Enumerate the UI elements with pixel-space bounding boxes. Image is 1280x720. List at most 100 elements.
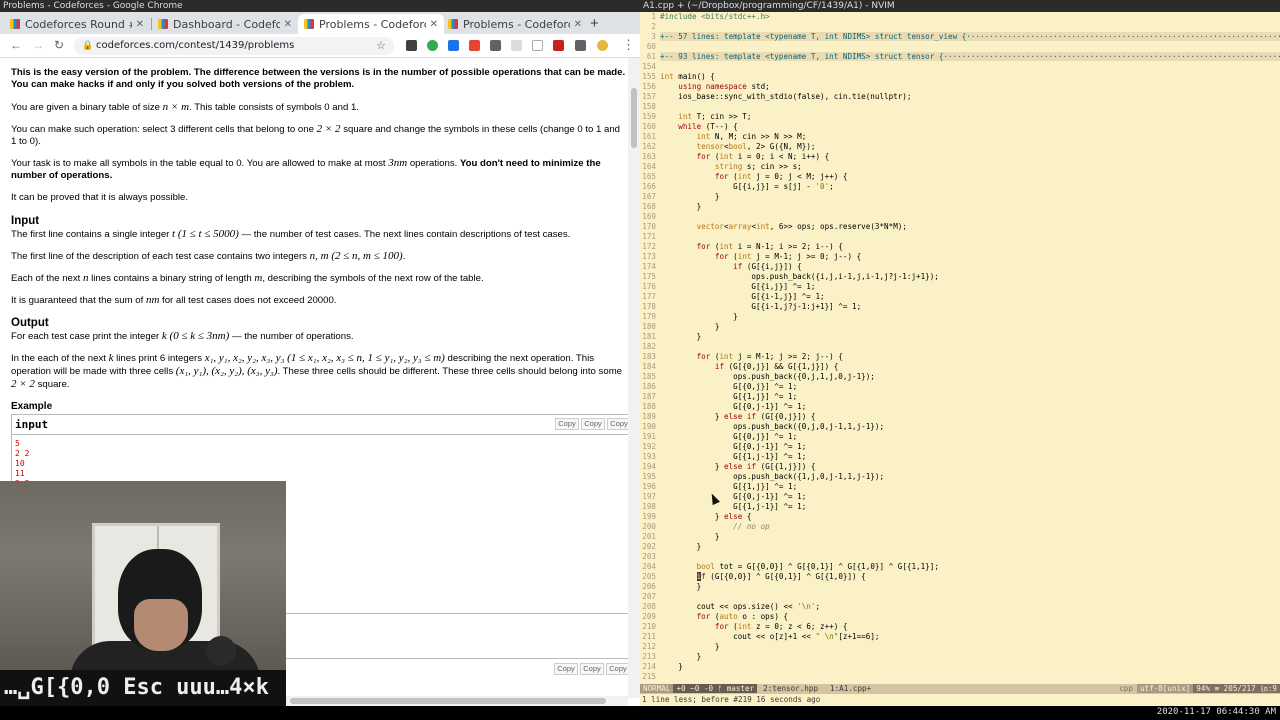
code-line[interactable]: 60 [640, 42, 1280, 52]
code-line[interactable]: 204 bool tot = G[{0,0}] ^ G[{0,1}] ^ G[{… [640, 562, 1280, 572]
code-line[interactable]: 176 G[{i,j}] ^= 1; [640, 282, 1280, 292]
code-line[interactable]: 215 [640, 672, 1280, 682]
code-line[interactable]: 194 } else if (G[{1,j}]) { [640, 462, 1280, 472]
code-line[interactable]: 186 G[{0,j}] ^= 1; [640, 382, 1280, 392]
code-line[interactable]: 208 cout << ops.size() << '\n'; [640, 602, 1280, 612]
code-line[interactable]: 188 G[{0,j-1}] ^= 1; [640, 402, 1280, 412]
code-line[interactable]: 205 if (G[{0,0}] ^ G[{0,1}] ^ G[{1,0}]) … [640, 572, 1280, 582]
copy-extension-icon[interactable] [490, 40, 501, 51]
copy-button[interactable]: Copy [606, 663, 628, 675]
code-line[interactable]: 196 G[{1,j}] ^= 1; [640, 482, 1280, 492]
code-line[interactable]: 209 for (auto o : ops) { [640, 612, 1280, 622]
youtube-extension-icon[interactable] [553, 40, 564, 51]
code-line[interactable]: 162 tensor<bool, 2> G({N, M}); [640, 142, 1280, 152]
code-line[interactable]: 212 } [640, 642, 1280, 652]
close-icon[interactable]: ✕ [136, 19, 144, 30]
code-line[interactable]: 213 } [640, 652, 1280, 662]
kebab-menu-icon[interactable]: ⋮ [622, 37, 635, 53]
close-icon[interactable]: ✕ [430, 19, 438, 30]
code-line[interactable]: 161 int N, M; cin >> N >> M; [640, 132, 1280, 142]
code-line[interactable]: 158 [640, 102, 1280, 112]
blue-extension-icon[interactable] [448, 40, 459, 51]
buffer-tab-active[interactable]: 1:A1.cpp+ [824, 684, 877, 693]
tab-problems-active[interactable]: Problems - Codeforce ✕ [298, 14, 444, 34]
tab-codeforces-round[interactable]: Codeforces Round #6 ✕ [4, 14, 150, 34]
code-line[interactable]: 198 G[{1,j-1}] ^= 1; [640, 502, 1280, 512]
code-line[interactable]: 159 int T; cin >> T; [640, 112, 1280, 122]
tab-dashboard[interactable]: Dashboard - Codeforc ✕ [152, 14, 298, 34]
scrollbar-thumb[interactable] [631, 88, 637, 148]
address-bar[interactable]: 🔒 codeforces.com/contest/1439/problems ☆ [74, 37, 394, 55]
code-line[interactable]: 183 for (int j = M-1; j >= 2; j--) { [640, 352, 1280, 362]
copy-button[interactable]: Copy [554, 663, 578, 675]
code-line[interactable]: 2 [640, 22, 1280, 32]
add-extension-icon[interactable] [427, 40, 438, 51]
code-line[interactable]: 163 for (int i = 0; i < N; i++) { [640, 152, 1280, 162]
code-line[interactable]: 169 [640, 212, 1280, 222]
code-line[interactable]: 190 ops.push_back({0,j,0,j-1,1,j-1}); [640, 422, 1280, 432]
code-line[interactable]: 179 } [640, 312, 1280, 322]
code-line[interactable]: 197 G[{0,j-1}] ^= 1; [640, 492, 1280, 502]
copy-button[interactable]: Copy [555, 418, 579, 430]
code-line[interactable]: 200 // no op [640, 522, 1280, 532]
code-line[interactable]: 193 G[{1,j-1}] ^= 1; [640, 452, 1280, 462]
code-line[interactable]: 187 G[{1,j}] ^= 1; [640, 392, 1280, 402]
shield-extension-icon[interactable] [406, 40, 417, 51]
code-line[interactable]: 175 ops.push_back({i,j,i-1,j,i-1,j?j-1:j… [640, 272, 1280, 282]
avatar[interactable] [597, 40, 608, 51]
close-icon[interactable]: ✕ [284, 19, 292, 30]
wikipedia-extension-icon[interactable] [532, 40, 543, 51]
code-line[interactable]: 61 +-- 93 lines: template <typename T, in… [640, 52, 1280, 62]
vertical-scrollbar[interactable] [628, 58, 640, 698]
puzzle-extensions-icon[interactable] [575, 40, 586, 51]
code-line[interactable]: 214 } [640, 662, 1280, 672]
code-line[interactable]: 1 #include <bits/stdc++.h> [640, 12, 1280, 22]
code-line[interactable]: 156 using namespace std; [640, 82, 1280, 92]
copy-button[interactable]: Copy [580, 663, 604, 675]
code-line[interactable]: 157 ios_base::sync_with_stdio(false), ci… [640, 92, 1280, 102]
code-line[interactable]: 181 } [640, 332, 1280, 342]
code-line[interactable]: 173 for (int j = M-1; j >= 0; j--) { [640, 252, 1280, 262]
code-line[interactable]: 166 G[{i,j}] = s[j] - '0'; [640, 182, 1280, 192]
code-line[interactable]: 168 } [640, 202, 1280, 212]
code-line[interactable]: 195 ops.push_back({1,j,0,j-1,1,j-1}); [640, 472, 1280, 482]
code-line[interactable]: 211 cout << o[z]+1 << " \n"[z+1==6]; [640, 632, 1280, 642]
code-line[interactable]: 192 G[{0,j-1}] ^= 1; [640, 442, 1280, 452]
copy-button[interactable]: Copy [581, 418, 605, 430]
close-icon[interactable]: ✕ [574, 19, 582, 30]
code-line[interactable]: 191 G[{0,j}] ^= 1; [640, 432, 1280, 442]
code-line[interactable]: 154 [640, 62, 1280, 72]
forward-icon[interactable]: → [32, 38, 44, 52]
code-line[interactable]: 184 if (G[{0,j}] && G[{1,j}]) { [640, 362, 1280, 372]
code-line[interactable]: 167 } [640, 192, 1280, 202]
buffer-tab[interactable]: 2:tensor.hpp [757, 684, 824, 693]
code-line[interactable]: 207 [640, 592, 1280, 602]
code-line[interactable]: 182 [640, 342, 1280, 352]
command-line[interactable]: 1 line less; before #219 16 seconds ago [640, 694, 1280, 706]
camera-extension-icon[interactable] [469, 40, 480, 51]
code-line[interactable]: 178 G[{i-1,j?j-1:j+1}] ^= 1; [640, 302, 1280, 312]
code-line[interactable]: 206 } [640, 582, 1280, 592]
code-line[interactable]: 202 } [640, 542, 1280, 552]
code-line[interactable]: 172 for (int i = N-1; i >= 2; i--) { [640, 242, 1280, 252]
new-tab-icon[interactable]: + [590, 15, 599, 32]
bookmark-star-icon[interactable]: ☆ [376, 37, 386, 55]
code-line[interactable]: 171 [640, 232, 1280, 242]
tab-problems[interactable]: Problems - Codeforce ✕ [442, 14, 588, 34]
code-line[interactable]: 189 } else if (G[{0,j}]) { [640, 412, 1280, 422]
code-line[interactable]: 164 string s; cin >> s; [640, 162, 1280, 172]
grey-extension-icon[interactable] [511, 40, 522, 51]
code-line[interactable]: 165 for (int j = 0; j < M; j++) { [640, 172, 1280, 182]
code-editor[interactable]: 1 #include <bits/stdc++.h> 2 3 +-- 57 lines:… [640, 12, 1280, 684]
scrollbar-thumb[interactable] [290, 698, 606, 704]
code-line[interactable]: 160 while (T--) { [640, 122, 1280, 132]
code-line[interactable]: 155 int main() { [640, 72, 1280, 82]
code-line[interactable]: 199 } else { [640, 512, 1280, 522]
code-line[interactable]: 203 [640, 552, 1280, 562]
reload-icon[interactable]: ↻ [54, 38, 64, 52]
code-line[interactable]: 177 G[{i-1,j}] ^= 1; [640, 292, 1280, 302]
code-line[interactable]: 201 } [640, 532, 1280, 542]
code-line[interactable]: 185 ops.push_back({0,j,1,j,0,j-1}); [640, 372, 1280, 382]
copy-button[interactable]: Copy [607, 418, 628, 430]
code-line[interactable]: 3 +-- 57 lines: template <typename T, int… [640, 32, 1280, 42]
